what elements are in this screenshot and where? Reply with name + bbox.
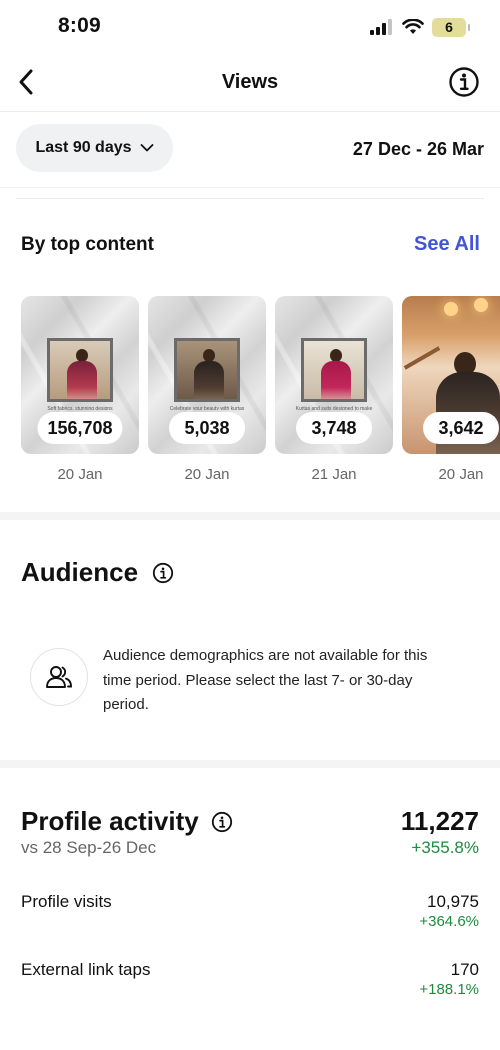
post-caption: Celebrate your beauty with kurtas [169,406,245,410]
see-all-link[interactable]: See All [414,233,480,256]
content-card[interactable]: Kurtas and suits designed to make 3,748 … [275,296,393,483]
profile-activity-change: +355.8% [411,838,479,857]
page-title: Views [221,71,279,93]
divider [16,198,484,199]
audience-icon-container [30,648,88,706]
profile-activity-title-text: Profile activity [21,806,199,836]
date-range-dropdown-label: Last 90 days [35,139,132,156]
battery-indicator: 6 [432,17,470,37]
filter-row: Last 90 days 27 Dec - 26 Mar [0,112,500,188]
section-divider [0,760,500,768]
metric-change-profile-visits: +364.6% [419,913,479,930]
audience-title-text: Audience [21,557,139,587]
content-date: 20 Jan [438,466,484,483]
audience-unavailable-message: Audience demographics are not available … [103,647,428,713]
metric-value-profile-visits: 10,975 [427,892,479,911]
content-date: 20 Jan [57,466,103,483]
cellular-signal-icon [370,19,392,35]
content-date: 20 Jan [184,466,230,483]
metric-label-external-link-taps: External link taps [21,960,151,979]
people-icon [46,666,72,688]
status-icons: 6 [370,16,470,38]
view-count: 5,038 [169,412,245,444]
content-card[interactable]: Soft fabrics, stunning designs 156,708 2… [21,296,139,483]
nav-bar: Views [0,52,500,112]
post-image [301,338,367,402]
content-card[interactable]: Celebrate your beauty with kurtas 5,038 … [148,296,266,483]
chevron-down-icon [140,144,153,152]
date-range-dropdown[interactable]: Last 90 days [16,124,173,172]
top-content-carousel[interactable]: Soft fabrics, stunning designs 156,708 2… [21,296,500,486]
status-bar: 8:09 6 [0,0,500,52]
content-thumbnail: 3,642 [402,296,500,454]
comparison-period: vs 28 Sep-26 Dec [21,838,157,857]
metric-value-external-link-taps: 170 [450,960,479,979]
profile-activity-title: Profile activity [21,806,233,837]
info-icon[interactable] [448,66,480,98]
content-thumbnail: Celebrate your beauty with kurtas 5,038 [148,296,266,454]
metric-change-external-link-taps: +188.1% [419,981,479,998]
info-icon[interactable] [152,562,174,584]
info-icon[interactable] [211,811,233,833]
view-count: 3,748 [296,412,372,444]
profile-activity-total: 11,227 [400,806,479,836]
section-divider [0,512,500,520]
view-count: 3,642 [423,412,499,444]
audience-section-title: Audience [21,557,174,588]
content-card[interactable]: 3,642 20 Jan [402,296,500,483]
content-thumbnail: Kurtas and suits designed to make 3,748 [275,296,393,454]
status-time: 8:09 [58,14,101,37]
post-image [47,338,113,402]
top-content-title: By top content [21,234,154,255]
view-count: 156,708 [37,412,123,444]
wifi-icon [402,19,424,34]
post-caption: Soft fabrics, stunning designs [47,406,113,410]
content-thumbnail: Soft fabrics, stunning designs 156,708 [21,296,139,454]
metric-label-profile-visits: Profile visits [21,892,112,911]
post-caption: Kurtas and suits designed to make [295,406,373,410]
date-range-text: 27 Dec - 26 Mar [352,139,484,159]
content-date: 21 Jan [311,466,357,483]
post-image [174,338,240,402]
battery-level: 6 [445,19,453,35]
